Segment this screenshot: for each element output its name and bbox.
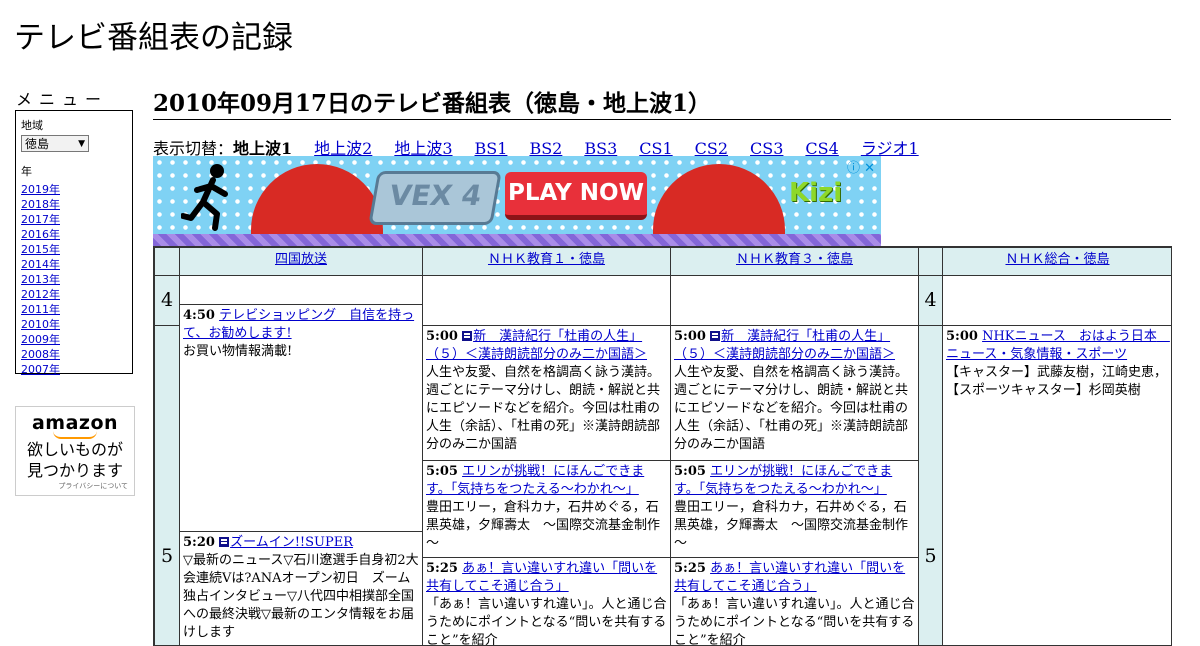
channel-header: ＮＨＫ教育３・徳島 xyxy=(670,247,919,276)
program-cell: 5:00 新 漢詩紀行「杜甫の人生」（５）＜漢詩朗読部分のみ二か国語＞ 人生や友… xyxy=(670,325,919,461)
runner-icon-svg xyxy=(180,164,228,231)
ad-floor-decoration xyxy=(153,234,881,246)
program-description: お買い物情報満載! xyxy=(183,344,293,359)
program-cell: 5:25 あぁ！言い違いすれ違い「問いを共有してこそ通じ合う」 「あぁ！言い違い… xyxy=(670,557,919,646)
program-cell: 4:50 テレビショッピング 自信を持って、お勧めします! お買い物情報満載! xyxy=(179,304,423,532)
program-title-link[interactable]: 新 漢詩紀行「杜甫の人生」（５）＜漢詩朗読部分のみ二か国語＞ xyxy=(426,329,647,362)
year-link[interactable]: 2019年 xyxy=(21,183,60,196)
program-cell: 5:00 新 漢詩紀行「杜甫の人生」（５）＜漢詩朗読部分のみ二か国語＞ 人生や友… xyxy=(422,325,671,461)
amazon-line-1: 欲しいものが xyxy=(26,440,123,459)
program-title-link[interactable]: エリンが挑戦！にほんごできます。「気持ちをつたえる～わかれ～」 xyxy=(426,464,644,497)
year-link[interactable]: 2018年 xyxy=(21,198,60,211)
menu-label: メニュー xyxy=(16,90,109,109)
ad-info-controls: ⓘ ✕ xyxy=(847,157,875,176)
channel-link[interactable]: ＮＨＫ総合・徳島 xyxy=(1005,252,1109,267)
year-link[interactable]: 2017年 xyxy=(21,213,60,226)
program-title-link[interactable]: NHKニュース おはよう日本 ニュース・気象情報・スポーツ xyxy=(946,329,1170,362)
region-label: 地域 xyxy=(21,119,43,132)
year-link[interactable]: 2010年 xyxy=(21,318,60,331)
year-link[interactable]: 2012年 xyxy=(21,288,60,301)
program-cell: 5:05 エリンが挑戦！にほんごできます。「気持ちをつたえる～わかれ～」 豊田エ… xyxy=(670,460,919,558)
program-title-link[interactable]: あぁ！言い違いすれ違い「問いを共有してこそ通じ合う」 xyxy=(426,561,657,594)
year-link[interactable]: 2008年 xyxy=(21,348,60,361)
game-ad-banner[interactable]: VEX 4 PLAY NOW Kizi ⓘ ✕ xyxy=(153,156,881,246)
ad-hill-decoration xyxy=(653,164,785,234)
program-cell: 5:20 ズームイン!!SUPER ▽最新のニュース▽石川遼選手自身初2大会連続… xyxy=(179,531,423,645)
schedule-grid: 四国放送 ＮＨＫ教育１・徳島 ＮＨＫ教育３・徳島 ＮＨＫ総合・徳島 4 5 4 … xyxy=(153,246,1172,646)
program-time: 5:00 xyxy=(946,329,978,344)
program-title-link[interactable]: ズームイン!!SUPER xyxy=(230,535,353,550)
year-label: 年 xyxy=(21,165,32,178)
hour-label: 4 xyxy=(154,275,180,326)
year-link[interactable]: 2014年 xyxy=(21,258,60,271)
empty-slot xyxy=(179,275,423,305)
channel-header: ＮＨＫ教育１・徳島 xyxy=(422,247,671,276)
program-description: 「あぁ！言い違いすれ違い」。人と通じ合うためにポイントとなる“問いを共有すること… xyxy=(426,597,667,646)
data-broadcast-icon xyxy=(219,537,230,547)
page-heading: 2010年09月17日のテレビ番組表（徳島・地上波1） xyxy=(153,84,1171,120)
hour-label: 5 xyxy=(918,325,943,645)
program-cell: 5:00 NHKニュース おはよう日本 ニュース・気象情報・スポーツ 【キャスタ… xyxy=(942,325,1171,645)
corner-header-cell xyxy=(154,247,180,276)
year-list: 2019年 2018年 2017年 2016年 2015年 2014年 2013… xyxy=(21,182,127,377)
hour-label: 4 xyxy=(918,275,943,326)
channel-link[interactable]: ＮＨＫ教育１・徳島 xyxy=(488,252,605,267)
program-description: 人生や友愛、自然を格調高く詠う漢詩。週ごとにテーマ分けし、朗読・解説と共にエピソ… xyxy=(426,365,661,452)
program-title-link[interactable]: エリンが挑戦！にほんごできます。「気持ちをつたえる～わかれ～」 xyxy=(674,464,892,497)
runner-icon xyxy=(180,162,243,246)
channel-header: 四国放送 xyxy=(179,247,423,276)
year-link[interactable]: 2009年 xyxy=(21,333,60,346)
program-title-link[interactable]: テレビショッピング 自信を持って、お勧めします! xyxy=(183,308,414,341)
data-broadcast-icon xyxy=(462,331,473,341)
amazon-line-2: 見つかります xyxy=(26,461,123,480)
program-cell: 5:05 エリンが挑戦！にほんごできます。「気持ちをつたえる～わかれ～」 豊田エ… xyxy=(422,460,671,558)
program-time: 5:25 xyxy=(426,561,458,576)
program-cell: 5:25 あぁ！言い違いすれ違い「問いを共有してこそ通じ合う」 「あぁ！言い違い… xyxy=(422,557,671,646)
channel-header: ＮＨＫ総合・徳島 xyxy=(942,247,1171,276)
empty-slot xyxy=(422,275,671,326)
ad-hill-decoration xyxy=(251,164,383,234)
program-time: 4:50 xyxy=(183,308,215,323)
year-link[interactable]: 2007年 xyxy=(21,363,60,376)
amazon-privacy-link[interactable]: プライバシーについて xyxy=(16,481,134,491)
program-description: 豊田エリー，倉科カナ，石井めぐる，石黒英雄，夕輝壽太 ～国際交流基金制作～ xyxy=(426,500,661,551)
channel-link[interactable]: 四国放送 xyxy=(275,252,327,267)
year-link[interactable]: 2016年 xyxy=(21,228,60,241)
program-time: 5:05 xyxy=(674,464,706,479)
ad-play-now-button[interactable]: PLAY NOW xyxy=(505,172,647,220)
ad-brand-logo: Kizi xyxy=(789,178,843,208)
region-select[interactable]: 徳島 ▼ xyxy=(21,135,89,152)
program-description: ▽最新のニュース▽石川遼選手自身初2大会連続Vは?ANAオープン初日 ズーム独占… xyxy=(183,553,419,640)
program-time: 5:00 xyxy=(674,329,706,344)
program-time: 5:00 xyxy=(426,329,458,344)
amazon-ad[interactable]: amazon 欲しいものが 見つかります プライバシーについて xyxy=(15,406,135,496)
info-icon[interactable]: ⓘ xyxy=(847,161,860,176)
amazon-logo: amazon xyxy=(31,412,119,434)
corner-header-cell xyxy=(918,247,943,276)
channel-link[interactable]: ＮＨＫ教育３・徳島 xyxy=(736,252,853,267)
program-time: 5:25 xyxy=(674,561,706,576)
menu-panel: 地域 徳島 ▼ 年 2019年 2018年 2017年 2016年 2015年 … xyxy=(15,110,133,377)
chevron-down-icon: ▼ xyxy=(78,138,85,149)
empty-slot xyxy=(670,275,919,326)
program-description: 豊田エリー，倉科カナ，石井めぐる，石黒英雄，夕輝壽太 ～国際交流基金制作～ xyxy=(674,500,909,551)
empty-slot xyxy=(942,275,1171,326)
year-link[interactable]: 2011年 xyxy=(21,303,60,316)
program-title-link[interactable]: 新 漢詩紀行「杜甫の人生」（５）＜漢詩朗読部分のみ二か国語＞ xyxy=(674,329,895,362)
program-description: 【キャスター】武藤友樹，江崎史恵，【スポーツキャスター】杉岡英樹 xyxy=(946,365,1168,398)
program-title-link[interactable]: あぁ！言い違いすれ違い「問いを共有してこそ通じ合う」 xyxy=(674,561,905,594)
close-icon[interactable]: ✕ xyxy=(864,161,875,176)
program-description: 人生や友愛、自然を格調高く詠う漢詩。週ごとにテーマ分けし、朗読・解説と共にエピソ… xyxy=(674,365,909,452)
data-broadcast-icon xyxy=(710,331,721,341)
year-link[interactable]: 2015年 xyxy=(21,243,60,256)
year-link[interactable]: 2013年 xyxy=(21,273,60,286)
hour-label: 5 xyxy=(154,325,180,645)
program-description: 「あぁ！言い違いすれ違い」。人と通じ合うためにポイントとなる“問いを共有すること… xyxy=(674,597,915,646)
program-time: 5:05 xyxy=(426,464,458,479)
site-title: テレビ番組表の記録 xyxy=(14,20,293,56)
program-time: 5:20 xyxy=(183,535,215,550)
region-select-value: 徳島 xyxy=(25,137,50,151)
ad-game-logo: VEX 4 xyxy=(368,171,502,225)
